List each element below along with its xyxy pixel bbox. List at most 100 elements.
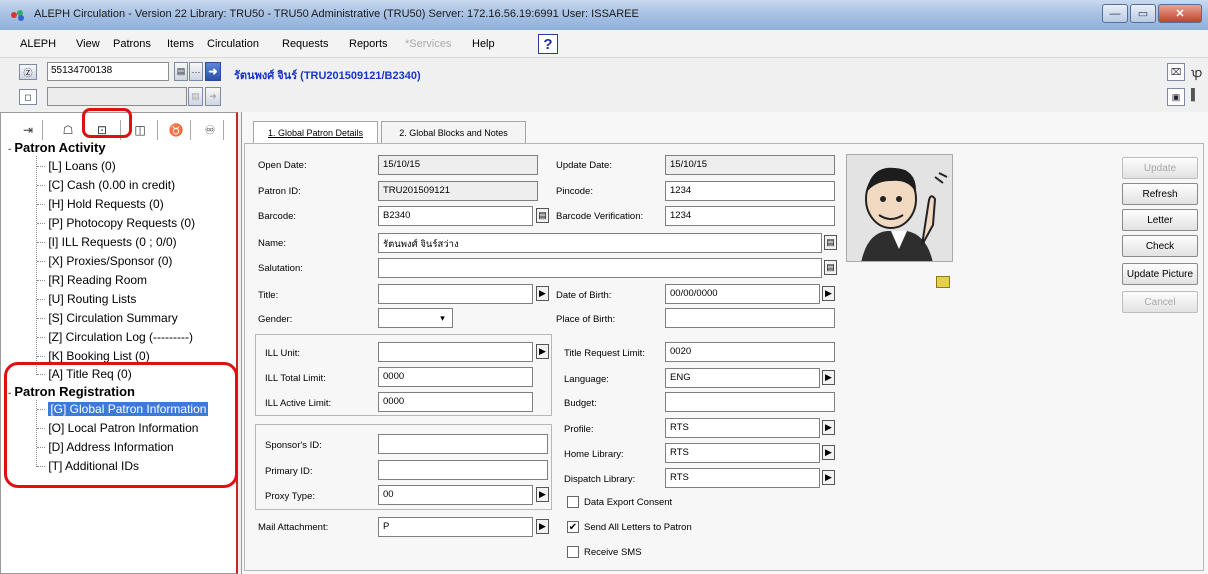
patron-id-label: Patron ID: [258, 186, 301, 197]
patron-activity-header[interactable]: - Patron Activity [8, 140, 106, 155]
requests-icon[interactable]: ♉ [165, 121, 187, 139]
profile-input[interactable]: RTS [665, 418, 820, 438]
item-type-icon[interactable]: ◻ [19, 89, 37, 105]
tree-item-photocopy[interactable]: [P] Photocopy Requests (0) [37, 216, 195, 230]
scroll-right-icon[interactable]: ▌ [1191, 89, 1199, 101]
barcode-edit-icon[interactable]: ▤ [536, 208, 549, 223]
barcode-verification-input[interactable]: 1234 [665, 206, 835, 226]
barcode-input[interactable]: B2340 [378, 206, 533, 226]
menu-aleph[interactable]: ALEPH [20, 38, 56, 50]
dispatch-library-input[interactable]: RTS [665, 468, 820, 488]
dob-select-arrow-icon[interactable]: ▶ [822, 286, 835, 301]
menu-services[interactable]: *Services [405, 38, 451, 50]
separator [157, 120, 158, 140]
search-binoculars-icon[interactable]: ♾ [199, 121, 221, 139]
patron-barcode-input[interactable]: 55134700138 [47, 62, 169, 81]
dob-input[interactable]: 00/00/0000 [665, 284, 820, 304]
users-icon[interactable]: ꝕ [1191, 63, 1202, 81]
menu-reports[interactable]: Reports [349, 38, 388, 50]
menu-requests[interactable]: Requests [282, 38, 328, 50]
proxy-type-arrow-icon[interactable]: ▶ [536, 487, 549, 502]
menu-view[interactable]: View [76, 38, 100, 50]
letter-button[interactable]: Letter [1122, 209, 1198, 231]
tree-item-ill[interactable]: [I] ILL Requests (0 ; 0/0) [37, 235, 177, 249]
tree-item-booking[interactable]: [K] Booking List (0) [37, 349, 150, 363]
language-arrow-icon[interactable]: ▶ [822, 370, 835, 385]
check-button[interactable]: Check [1122, 235, 1198, 257]
ill-unit-input[interactable] [378, 342, 533, 362]
patron-card-icon[interactable]: ⌧ [1167, 63, 1185, 81]
tree-item-hold-requests[interactable]: [H] Hold Requests (0) [37, 197, 164, 211]
photo-edit-icon[interactable] [936, 276, 950, 288]
help-icon[interactable]: ? [538, 34, 558, 54]
list-icon[interactable]: ▤ [174, 62, 188, 81]
budget-input[interactable] [665, 392, 835, 412]
proxy-type-input[interactable]: 00 [378, 485, 533, 505]
salutation-input[interactable] [378, 258, 822, 278]
ill-unit-arrow-icon[interactable]: ▶ [536, 344, 549, 359]
item-go-arrow-icon[interactable]: ➜ [205, 87, 221, 106]
pob-input[interactable] [665, 308, 835, 328]
title-select-arrow-icon[interactable]: ▶ [536, 286, 549, 301]
language-label: Language: [564, 374, 609, 385]
ill-active-input[interactable]: 0000 [378, 392, 533, 412]
items-icon[interactable]: ◫ [129, 121, 151, 139]
receive-sms-checkbox[interactable] [567, 546, 579, 558]
menu-circulation[interactable]: Circulation [207, 38, 259, 50]
home-library-arrow-icon[interactable]: ▶ [822, 445, 835, 460]
sponsor-id-input[interactable] [378, 434, 548, 454]
tree-item-loans[interactable]: [L] Loans (0) [37, 159, 116, 173]
send-letters-checkbox[interactable]: ✔ [567, 521, 579, 533]
minimize-button[interactable]: — [1102, 4, 1128, 23]
primary-id-label: Primary ID: [265, 466, 313, 477]
menu-help[interactable]: Help [472, 38, 495, 50]
gender-dropdown-icon[interactable]: ▾ [436, 311, 449, 326]
pincode-label: Pincode: [556, 186, 593, 197]
dots-icon[interactable]: ··· [189, 62, 203, 81]
primary-id-input[interactable] [378, 460, 548, 480]
button-label: Refresh [1142, 188, 1178, 200]
profile-arrow-icon[interactable]: ▶ [822, 420, 835, 435]
tree-item-cash[interactable]: [C] Cash (0.00 in credit) [37, 178, 175, 192]
close-button[interactable]: ✕ [1158, 4, 1202, 23]
item-list-icon[interactable]: ▤ [188, 87, 203, 106]
item-barcode-input[interactable] [47, 87, 187, 106]
menu-patrons[interactable]: Patrons [113, 38, 151, 50]
name-input[interactable]: รัตนพงศ์ จินร์สว่าง [378, 233, 822, 253]
language-input[interactable]: ENG [665, 368, 820, 388]
title-input[interactable] [378, 284, 533, 304]
menu-items[interactable]: Items [167, 38, 194, 50]
tree-item-circ-log[interactable]: [Z] Circulation Log (---------) [37, 330, 193, 344]
tree-tick [37, 223, 45, 225]
tab-global-patron-details[interactable]: 1. Global Patron Details [253, 121, 378, 143]
tree-item-reading-room[interactable]: [R] Reading Room [37, 273, 147, 287]
dispatch-library-arrow-icon[interactable]: ▶ [822, 470, 835, 485]
barcode-type-icon[interactable]: Ⓩ [19, 64, 37, 80]
update-picture-button[interactable]: Update Picture [1122, 263, 1198, 285]
tree-item-circ-summary[interactable]: [S] Circulation Summary [37, 311, 178, 325]
tree-item-proxies[interactable]: [X] Proxies/Sponsor (0) [37, 254, 172, 268]
button-label: Update [1143, 162, 1177, 174]
maximize-button[interactable]: ▭ [1130, 4, 1156, 23]
title-req-limit-input[interactable]: 0020 [665, 342, 835, 362]
patron-id-field: TRU201509121 [378, 181, 538, 201]
patron-icon[interactable]: ☖ [57, 121, 79, 139]
tab-global-blocks-notes[interactable]: 2. Global Blocks and Notes [381, 121, 526, 143]
refresh-button[interactable]: Refresh [1122, 183, 1198, 205]
salutation-edit-icon[interactable]: ▤ [824, 260, 837, 275]
data-export-checkbox[interactable] [567, 496, 579, 508]
mail-attachment-input[interactable]: P [378, 517, 533, 537]
cancel-button[interactable]: Cancel [1122, 291, 1198, 313]
name-edit-icon[interactable]: ▤ [824, 235, 837, 250]
pincode-input[interactable]: 1234 [665, 181, 835, 201]
home-library-input[interactable]: RTS [665, 443, 820, 463]
tree-item-routing[interactable]: [U] Routing Lists [37, 292, 136, 306]
patron-exit-icon[interactable]: ⇥ [17, 121, 39, 139]
item-card-icon[interactable]: ▣ [1167, 88, 1185, 106]
patron-header-link[interactable]: รัตนพงศ์ จินร์ (TRU201509121/B2340) [234, 66, 421, 84]
mail-attachment-arrow-icon[interactable]: ▶ [536, 519, 549, 534]
update-button[interactable]: Update [1122, 157, 1198, 179]
ill-total-input[interactable]: 0000 [378, 367, 533, 387]
separator [223, 120, 224, 140]
go-arrow-button[interactable]: ➜ [205, 62, 221, 81]
